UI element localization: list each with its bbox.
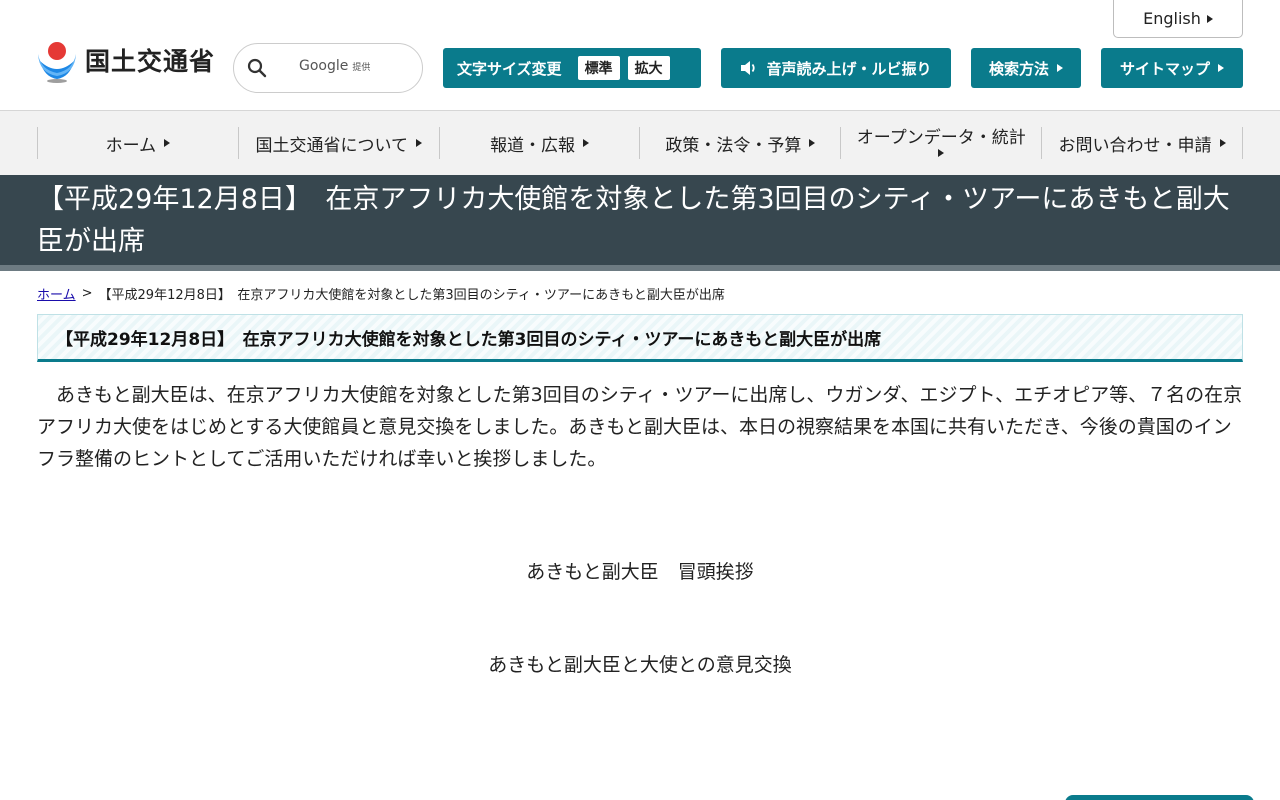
site-header: English 国土交通省 Google 提供 文字サイズ変更 標準 拡大 音声… xyxy=(0,0,1280,111)
nav-item-home[interactable]: ホーム xyxy=(38,127,239,159)
article-body: あきもと副大臣は、在京アフリカ大使館を対象とした第3回目のシティ・ツアーに出席し… xyxy=(37,384,1243,470)
search-input[interactable] xyxy=(280,53,410,83)
font-size-control: 文字サイズ変更 標準 拡大 xyxy=(443,48,701,88)
sitemap-button[interactable]: サイトマップ xyxy=(1101,48,1243,88)
triangle-right-icon xyxy=(1057,64,1063,72)
voice-ruby-label: 音声読み上げ・ルビ振り xyxy=(766,59,932,78)
search-method-label: 検索方法 xyxy=(988,59,1049,78)
font-size-label: 文字サイズ変更 xyxy=(457,59,562,78)
nav-item-label: オープンデータ・統計 xyxy=(856,127,1026,148)
english-label: English xyxy=(1143,9,1201,28)
breadcrumb: ホーム > 【平成29年12月8日】 在京アフリカ大使館を対象とした第3回目のシ… xyxy=(37,284,725,303)
page-title: 【平成29年12月8日】 在京アフリカ大使館を対象とした第3回目のシティ・ツアー… xyxy=(37,184,1230,257)
triangle-right-icon xyxy=(1218,64,1224,72)
page-title-band: 【平成29年12月8日】 在京アフリカ大使館を対象とした第3回目のシティ・ツアー… xyxy=(0,175,1280,271)
speaker-icon xyxy=(741,61,756,75)
triangle-right-icon xyxy=(809,139,816,147)
breadcrumb-separator: > xyxy=(81,286,93,301)
triangle-right-icon xyxy=(415,139,422,147)
section-heading: 【平成29年12月8日】 在京アフリカ大使館を対象とした第3回目のシティ・ツアー… xyxy=(37,314,1243,362)
photo-caption: あきもと副大臣 冒頭挨拶 xyxy=(526,561,754,583)
triangle-right-icon xyxy=(938,149,945,158)
nav-item-label: 報道・広報 xyxy=(490,135,576,156)
nav-item-opendata[interactable]: オープンデータ・統計 xyxy=(841,127,1043,159)
logo-text: 国土交通省 xyxy=(85,47,216,76)
nav-item-contact[interactable]: お問い合わせ・申請 xyxy=(1042,127,1243,159)
site-logo[interactable]: 国土交通省 xyxy=(37,37,215,83)
breadcrumb-current: 【平成29年12月8日】 在京アフリカ大使館を対象とした第3回目のシティ・ツアー… xyxy=(98,288,725,303)
english-button[interactable]: English xyxy=(1113,0,1243,38)
global-nav: ホーム 国土交通省について 報道・広報 政策・法令・予算 オープンデータ・統計 … xyxy=(0,111,1280,175)
sitemap-label: サイトマップ xyxy=(1119,59,1210,78)
site-search[interactable]: Google 提供 xyxy=(233,43,423,93)
breadcrumb-home-link[interactable]: ホーム xyxy=(37,284,76,303)
nav-item-label: 政策・法令・予算 xyxy=(665,135,802,156)
triangle-right-icon xyxy=(164,139,171,147)
triangle-right-icon xyxy=(583,139,590,147)
nav-item-policy[interactable]: 政策・法令・予算 xyxy=(640,127,842,159)
page-top-button[interactable] xyxy=(1065,795,1254,800)
nav-item-about[interactable]: 国土交通省について xyxy=(239,127,440,159)
font-size-large-button[interactable]: 拡大 xyxy=(627,56,670,80)
font-size-standard-button[interactable]: 標準 xyxy=(577,56,620,80)
nav-item-press[interactable]: 報道・広報 xyxy=(440,127,641,159)
triangle-right-icon xyxy=(1219,139,1226,147)
mlit-logo-icon xyxy=(38,42,76,83)
nav-item-label: 国土交通省について xyxy=(255,135,408,156)
search-icon[interactable] xyxy=(234,58,280,78)
voice-ruby-button[interactable]: 音声読み上げ・ルビ振り xyxy=(721,48,951,88)
nav-item-label: ホーム xyxy=(105,135,157,156)
photo-caption: あきもと副大臣と大使との意見交換 xyxy=(488,654,792,676)
nav-item-label: お問い合わせ・申請 xyxy=(1058,135,1212,156)
triangle-right-icon xyxy=(1206,14,1213,23)
global-nav-list: ホーム 国土交通省について 報道・広報 政策・法令・予算 オープンデータ・統計 … xyxy=(37,127,1243,159)
search-method-button[interactable]: 検索方法 xyxy=(971,48,1081,88)
